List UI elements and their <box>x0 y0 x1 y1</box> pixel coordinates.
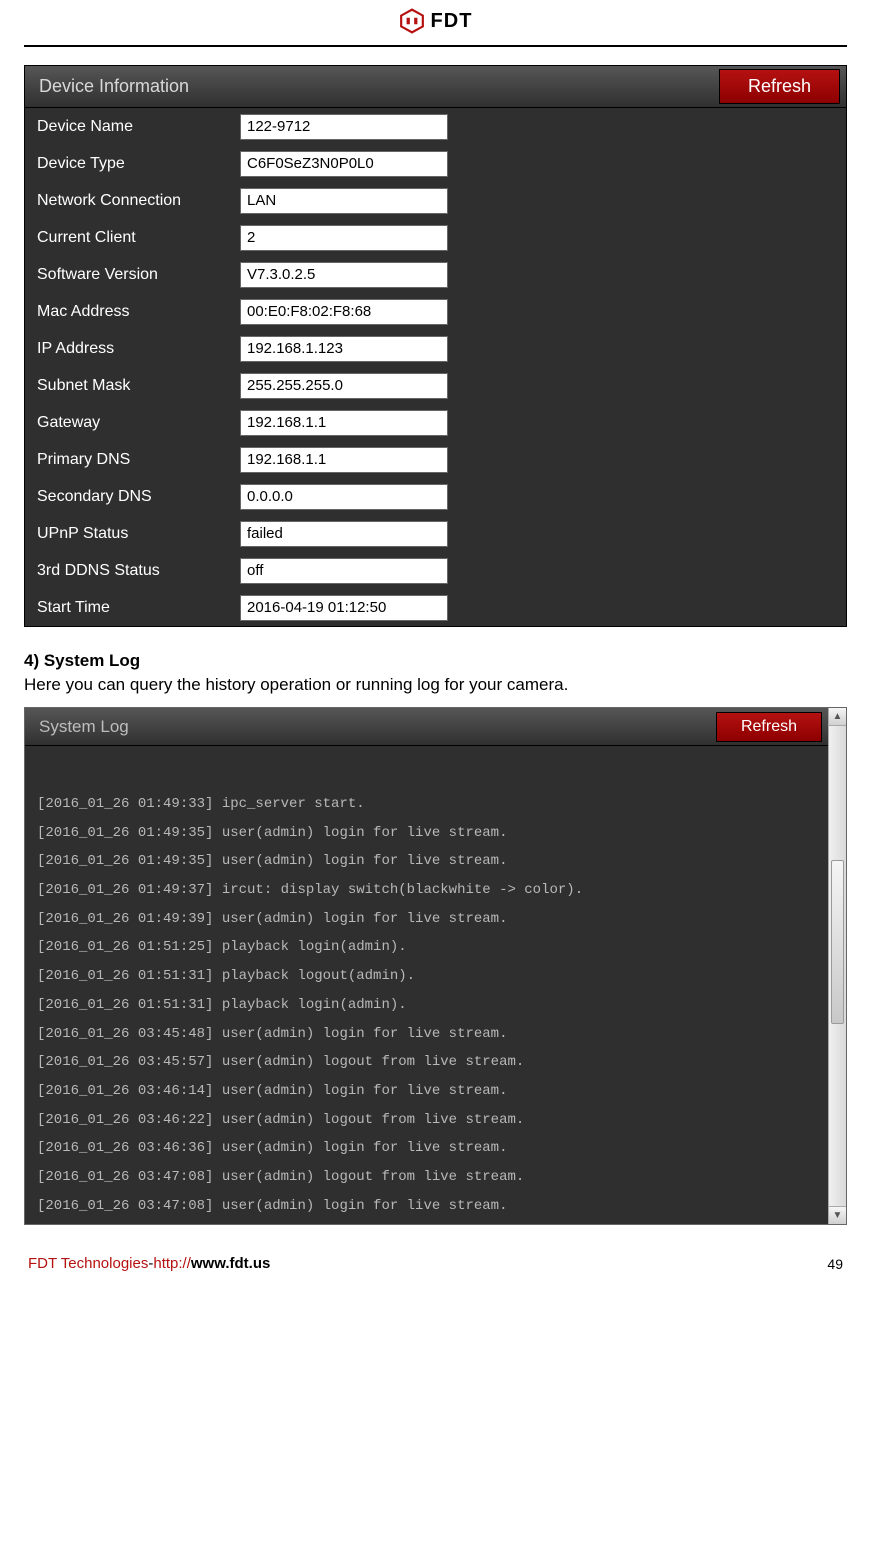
device-info-table: Device Name122-9712Device TypeC6F0SeZ3N0… <box>25 108 846 626</box>
info-row: Device Name122-9712 <box>25 108 846 145</box>
log-line: [2016_01_26 01:51:31] playback login(adm… <box>37 991 816 1020</box>
log-line: [2016_01_26 01:51:25] playback login(adm… <box>37 933 816 962</box>
info-label: Gateway <box>25 414 240 432</box>
log-refresh-button[interactable]: Refresh <box>716 712 822 742</box>
info-value: 0.0.0.0 <box>240 484 448 510</box>
log-line: [2016_01_26 01:49:33] ipc_server start. <box>37 790 816 819</box>
info-value: C6F0SeZ3N0P0L0 <box>240 151 448 177</box>
log-line: [2016_01_26 03:46:14] user(admin) login … <box>37 1077 816 1106</box>
brand-logo: FDT <box>399 8 473 34</box>
info-row: Device TypeC6F0SeZ3N0P0L0 <box>25 145 846 182</box>
page-number: 49 <box>827 1256 843 1272</box>
footer-left: FDT Technologies-http://www.fdt.us <box>28 1255 270 1272</box>
log-line: [2016_01_26 03:47:08] user(admin) login … <box>37 1192 816 1221</box>
info-label: Network Connection <box>25 192 240 210</box>
info-label: Current Client <box>25 229 240 247</box>
info-row: Primary DNS192.168.1.1 <box>25 441 846 478</box>
log-line: [2016_01_26 03:45:57] user(admin) logout… <box>37 1048 816 1077</box>
refresh-button[interactable]: Refresh <box>719 69 840 104</box>
info-value: 122-9712 <box>240 114 448 140</box>
log-line: [2016_01_26 03:46:22] user(admin) logout… <box>37 1106 816 1135</box>
info-value: off <box>240 558 448 584</box>
info-value: 192.168.1.1 <box>240 410 448 436</box>
info-row: Current Client2 <box>25 219 846 256</box>
info-row: UPnP Statusfailed <box>25 515 846 552</box>
panel-title: Device Information <box>39 76 189 97</box>
section-description: Here you can query the history operation… <box>24 675 847 695</box>
log-line: [2016_01_26 01:49:39] user(admin) login … <box>37 905 816 934</box>
info-row: Start Time2016-04-19 01:12:50 <box>25 589 846 626</box>
log-panel-title: System Log <box>39 717 129 737</box>
info-label: Mac Address <box>25 303 240 321</box>
log-line: [2016_01_26 03:46:36] user(admin) login … <box>37 1134 816 1163</box>
info-label: Subnet Mask <box>25 377 240 395</box>
info-row: IP Address192.168.1.123 <box>25 330 846 367</box>
page-header: FDT <box>24 0 847 47</box>
info-label: Secondary DNS <box>25 488 240 506</box>
scroll-down-icon[interactable]: ▼ <box>829 1206 846 1224</box>
log-line: [2016_01_26 01:49:35] user(admin) login … <box>37 819 816 848</box>
log-panel-header: System Log Refresh <box>25 708 828 746</box>
info-value: 192.168.1.123 <box>240 336 448 362</box>
scroll-up-icon[interactable]: ▲ <box>829 708 846 726</box>
panel-header: Device Information Refresh <box>25 66 846 108</box>
info-label: 3rd DDNS Status <box>25 562 240 580</box>
logo-icon <box>399 8 425 34</box>
log-spacer <box>25 746 828 790</box>
log-body: [2016_01_26 01:49:33] ipc_server start.[… <box>25 790 828 1224</box>
info-value: LAN <box>240 188 448 214</box>
info-label: Device Name <box>25 118 240 136</box>
info-row: Mac Address00:E0:F8:02:F8:68 <box>25 293 846 330</box>
info-label: Software Version <box>25 266 240 284</box>
log-line: [2016_01_26 03:45:48] user(admin) login … <box>37 1020 816 1049</box>
scroll-track[interactable] <box>829 726 846 1206</box>
info-label: Start Time <box>25 599 240 617</box>
info-label: UPnP Status <box>25 525 240 543</box>
log-line: [2016_01_26 01:49:35] user(admin) login … <box>37 847 816 876</box>
footer-url-proto: http:// <box>153 1255 191 1272</box>
page-footer: FDT Technologies-http://www.fdt.us 49 <box>0 1225 871 1278</box>
device-information-panel: Device Information Refresh Device Name12… <box>24 65 847 627</box>
info-row: Network ConnectionLAN <box>25 182 846 219</box>
log-line: [2016_01_26 03:47:08] user(admin) logout… <box>37 1163 816 1192</box>
info-row: Secondary DNS0.0.0.0 <box>25 478 846 515</box>
brand-text: FDT <box>431 10 473 33</box>
info-label: Device Type <box>25 155 240 173</box>
info-value: failed <box>240 521 448 547</box>
info-row: Subnet Mask255.255.255.0 <box>25 367 846 404</box>
info-label: Primary DNS <box>25 451 240 469</box>
footer-url-rest: www.fdt.us <box>191 1255 270 1272</box>
info-value: 2 <box>240 225 448 251</box>
scroll-thumb[interactable] <box>831 860 844 1023</box>
info-row: 3rd DDNS Statusoff <box>25 552 846 589</box>
info-value: 00:E0:F8:02:F8:68 <box>240 299 448 325</box>
info-value: 2016-04-19 01:12:50 <box>240 595 448 621</box>
info-row: Software VersionV7.3.0.2.5 <box>25 256 846 293</box>
system-log-panel: System Log Refresh [2016_01_26 01:49:33]… <box>24 707 847 1225</box>
info-label: IP Address <box>25 340 240 358</box>
info-value: V7.3.0.2.5 <box>240 262 448 288</box>
scrollbar[interactable]: ▲ ▼ <box>828 708 846 1224</box>
info-row: Gateway192.168.1.1 <box>25 404 846 441</box>
footer-company: FDT Technologies <box>28 1255 148 1272</box>
info-value: 255.255.255.0 <box>240 373 448 399</box>
info-value: 192.168.1.1 <box>240 447 448 473</box>
log-line: [2016_01_26 01:49:37] ircut: display swi… <box>37 876 816 905</box>
log-line: [2016_01_26 01:51:31] playback logout(ad… <box>37 962 816 991</box>
section-heading: 4) System Log <box>24 651 847 671</box>
